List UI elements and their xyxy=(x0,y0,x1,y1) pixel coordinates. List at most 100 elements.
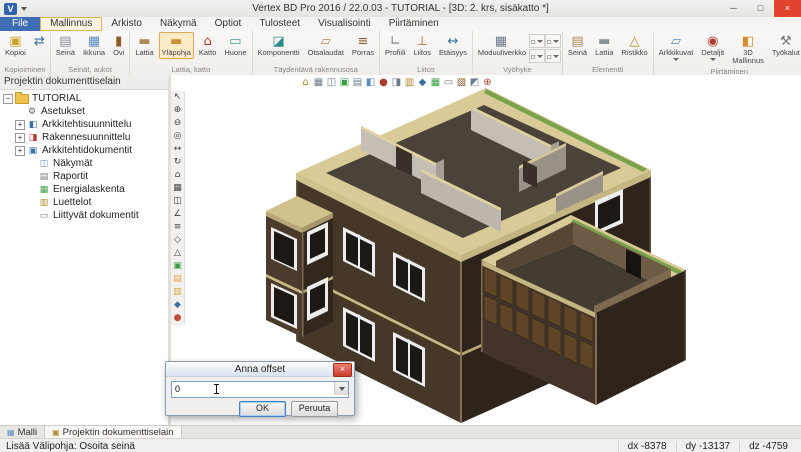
ribbon-button-katto[interactable]: ⌂Katto xyxy=(196,32,220,59)
material-tool-icon[interactable]: ◆ xyxy=(171,299,184,312)
tree-item-nakymat[interactable]: ◫Näkymät xyxy=(0,157,168,170)
ribbon-button-3d-mallinnus[interactable]: ◧3D Mallinnus xyxy=(729,32,767,67)
frame-view-icon[interactable]: ▭ xyxy=(442,76,455,89)
ribbon-button-lattia[interactable]: ▬Lattia xyxy=(132,32,156,59)
ribbon-button-tyokalut[interactable]: ⚒Työkalut xyxy=(769,32,801,59)
minimize-button[interactable]: ─ xyxy=(720,0,747,17)
ribbon-button-etaisyys[interactable]: ↔Etäisyys xyxy=(436,32,470,59)
ribbon-button-kopioi[interactable]: ▣Kopioi xyxy=(2,32,29,59)
collapse-icon[interactable]: − xyxy=(3,94,13,104)
liitos-icon: ⊥ xyxy=(417,34,428,49)
section-view-icon[interactable]: ◫ xyxy=(325,76,338,89)
dialog-title-bar[interactable]: Anna offset × xyxy=(166,362,354,377)
app-logo[interactable]: V xyxy=(4,3,17,15)
ribbon-button-liitos[interactable]: ⊥Liitos xyxy=(410,32,434,59)
ribbon-button-otsalaudat[interactable]: ▱Otsalaudat xyxy=(305,32,347,59)
tree-item-tutorial[interactable]: −TUTORIAL xyxy=(0,92,168,105)
expand-icon[interactable]: + xyxy=(15,133,25,143)
menu-item-tulosteet[interactable]: Tulosteet xyxy=(250,17,309,31)
tree-item-raportit[interactable]: ▤Raportit xyxy=(0,170,168,183)
shadow-view-icon[interactable]: ◩ xyxy=(468,76,481,89)
zoom-in-tool-icon[interactable]: ⊕ xyxy=(171,104,184,117)
layer-tool-icon[interactable]: ≡ xyxy=(171,221,184,234)
select-tool-icon[interactable]: ↖ xyxy=(171,91,184,104)
front-view-icon[interactable]: ◧ xyxy=(364,76,377,89)
home-tool-icon[interactable]: ⌂ xyxy=(171,169,184,182)
ribbon-group-label: Seinät, aukot xyxy=(52,65,129,75)
tree-item-arkkitehtidokumentit[interactable]: +▣Arkkitehtidokumentit xyxy=(0,144,168,157)
zoom-out-tool-icon[interactable]: ⊖ xyxy=(171,117,184,130)
ribbon-button-ikkuna[interactable]: ▦Ikkuna xyxy=(80,32,108,59)
home-view-icon[interactable]: ⌂ xyxy=(299,76,312,89)
terrain-view-icon[interactable]: ▦ xyxy=(429,76,442,89)
quick-access-chevron-icon[interactable] xyxy=(21,7,27,11)
rotate-tool-icon[interactable]: ↻ xyxy=(171,156,184,169)
record-view-icon[interactable]: ● xyxy=(377,76,390,89)
ribbon-button-arkkikuvat[interactable]: ▱Arkkikuvat xyxy=(656,32,697,63)
close-button[interactable]: × xyxy=(774,0,801,17)
tree-item-luettelot[interactable]: ▥Luettelot xyxy=(0,196,168,209)
measure-tool-icon[interactable]: △ xyxy=(171,247,184,260)
expand-icon[interactable]: + xyxy=(15,146,25,156)
render-tool-icon[interactable]: ▣ xyxy=(171,260,184,273)
floor-visibility-icon[interactable]: ▥ xyxy=(171,286,184,299)
material-view-icon[interactable]: ▧ xyxy=(455,76,468,89)
grid-view-icon[interactable]: ▦ xyxy=(312,76,325,89)
ribbon-button-moduuliverkko[interactable]: ▦Moduuliverkko xyxy=(475,32,527,59)
tree-item-liittyvat-dokumentit[interactable]: ▭Liittyvät dokumentit xyxy=(0,209,168,222)
grid-tool-icon[interactable]: ▦ xyxy=(171,182,184,195)
ribbon-button-elementti-seina[interactable]: ▤Seinä xyxy=(565,32,590,59)
tree-item-asetukset[interactable]: ⚙Asetukset xyxy=(0,105,168,118)
malli-tab-icon: ▦ xyxy=(7,428,15,437)
offset-input[interactable] xyxy=(173,383,335,394)
ribbon-button-vyohyke-3[interactable]: ▫ xyxy=(529,49,545,63)
ribbon-button-profiili[interactable]: ∟Profiili xyxy=(382,32,408,59)
combo-dropdown-button[interactable] xyxy=(334,382,348,395)
menu-item-optiot[interactable]: Optiot xyxy=(206,17,251,31)
menu-item-piirtaminen[interactable]: Piirtäminen xyxy=(380,17,448,31)
tree-item-arkkitehtisuunnittelu[interactable]: +◧Arkkitehtisuunnittelu xyxy=(0,118,168,131)
layers-view-icon[interactable]: ▤ xyxy=(351,76,364,89)
iso-view-icon[interactable]: ◆ xyxy=(416,76,429,89)
expand-icon[interactable]: + xyxy=(15,120,25,130)
ribbon-button-label: Arkkikuvat xyxy=(659,49,694,57)
pan-tool-icon[interactable]: ↔ xyxy=(171,143,184,156)
add-view-icon[interactable]: ⊕ xyxy=(481,76,494,89)
render-mode-icon[interactable]: ▣ xyxy=(338,76,351,89)
menu-item-file[interactable]: File xyxy=(0,17,40,31)
floor-levels-icon[interactable]: ▥ xyxy=(403,76,416,89)
ribbon-button-vyohyke-4[interactable]: ▫ xyxy=(545,49,561,63)
ribbon-button-porras[interactable]: ≡Porras xyxy=(349,32,377,59)
list-icon: ▥ xyxy=(38,198,50,208)
maximize-button[interactable]: □ xyxy=(747,0,774,17)
view-tool-icon[interactable]: ◫ xyxy=(171,195,184,208)
cancel-button[interactable]: Peruuta xyxy=(291,401,338,417)
ribbon-button-seina[interactable]: ▤Seinä xyxy=(53,32,78,59)
menu-item-mallinnus[interactable]: Mallinnus xyxy=(40,17,102,31)
wall-visibility-icon[interactable]: ▤ xyxy=(171,273,184,286)
angle-tool-icon[interactable]: ∠ xyxy=(171,208,184,221)
menu-item-visualisointi[interactable]: Visualisointi xyxy=(309,17,380,31)
ribbon-button-ylapohja[interactable]: ▬Yläpohja xyxy=(159,32,194,59)
menu-item-arkisto[interactable]: Arkisto xyxy=(102,17,151,31)
ribbon-button-vyohyke-2[interactable]: ▫ xyxy=(545,34,561,48)
snap-tool-icon[interactable]: ◇ xyxy=(171,234,184,247)
ribbon-group-elementti: ▤Seinä▬Lattia△RistikkoElementti xyxy=(563,31,654,75)
side-view-icon[interactable]: ◨ xyxy=(390,76,403,89)
tree-item-energialaskenta[interactable]: ▦Energialaskenta xyxy=(0,183,168,196)
ribbon-button-detaljit[interactable]: ◉Detaljit xyxy=(698,32,727,63)
ribbon-button-vyohyke-1[interactable]: ▫ xyxy=(529,34,545,48)
tree-item-rakennesuunnittelu[interactable]: +◨Rakennesuunnittelu xyxy=(0,131,168,144)
zoom-extents-tool-icon[interactable]: ◎ xyxy=(171,130,184,143)
ribbon-button-ovi[interactable]: ▮Ovi xyxy=(110,32,127,59)
ribbon-button-ristikko[interactable]: △Ristikko xyxy=(618,32,650,59)
ribbon-button-komponentti[interactable]: ◪Komponentti xyxy=(255,32,303,59)
ok-button[interactable]: OK xyxy=(239,401,286,417)
ribbon-button-elementti-lattia[interactable]: ▬Lattia xyxy=(592,32,616,59)
light-tool-icon[interactable]: ● xyxy=(171,312,184,325)
ribbon-button-siirra[interactable]: ⇄ xyxy=(31,32,48,51)
menu-item-nakyma[interactable]: Näkymä xyxy=(151,17,206,31)
dialog-close-button[interactable]: × xyxy=(333,363,352,377)
bay-window xyxy=(266,196,333,337)
ribbon-button-huone[interactable]: ▭Huone xyxy=(221,32,249,59)
